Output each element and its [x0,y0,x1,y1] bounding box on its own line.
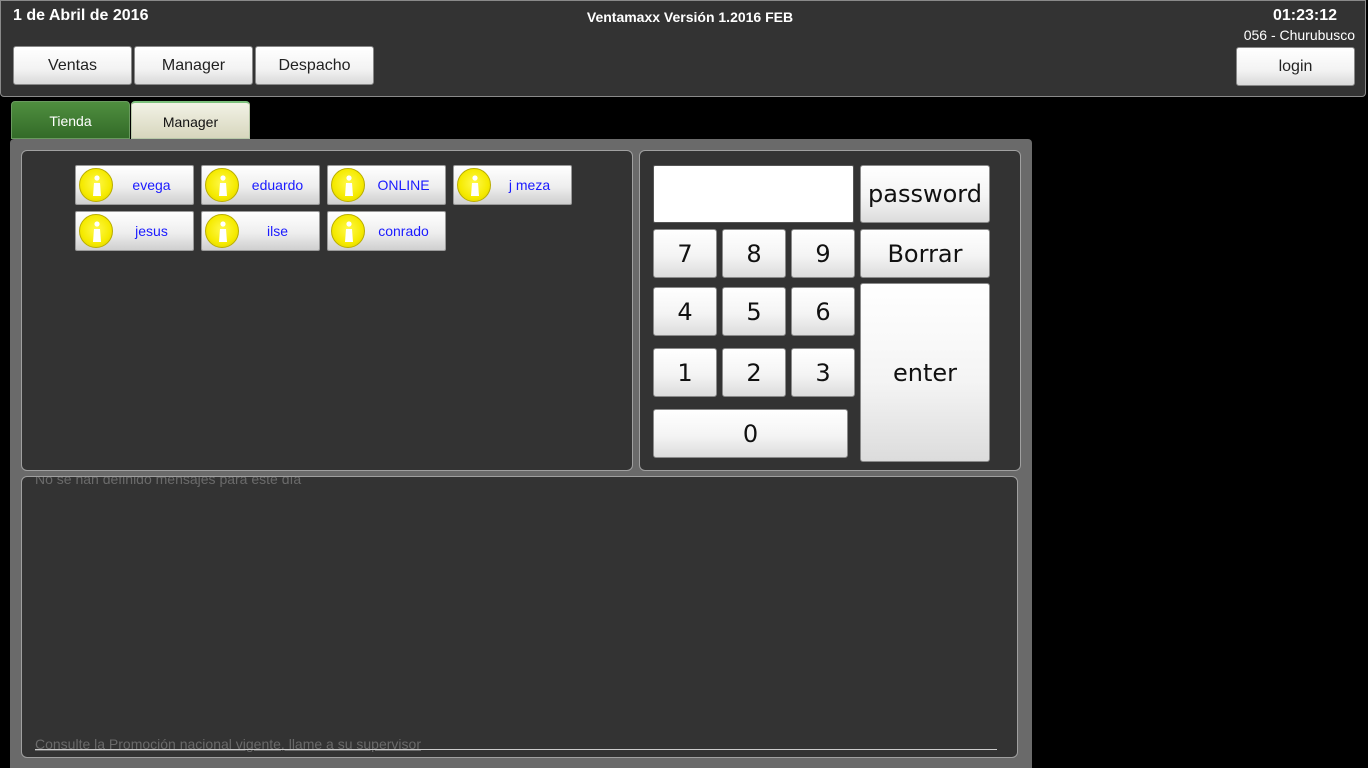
key-2[interactable]: 2 [722,348,786,397]
user-selection-panel: evega eduardo ONLINE j meza jesus ilse c… [21,150,633,471]
keypad-panel: password 7 8 9 Borrar 4 5 6 enter 1 2 3 … [639,150,1021,471]
user-avatar-icon [79,214,113,248]
top-header: 1 de Abril de 2016 Ventamaxx Versión 1.2… [0,0,1366,97]
app-title: Ventamaxx Versión 1.2016 FEB [586,9,794,25]
key-6[interactable]: 6 [791,287,855,336]
key-5[interactable]: 5 [722,287,786,336]
current-time: 01:23:12 [1272,7,1337,24]
enter-button[interactable]: enter [860,283,990,462]
key-1[interactable]: 1 [653,348,717,397]
user-grid: evega eduardo ONLINE j meza jesus ilse c… [75,165,595,251]
password-button[interactable]: password [860,165,990,223]
password-input[interactable] [653,165,854,223]
key-7[interactable]: 7 [653,229,717,278]
store-name: 056 - Churubusco [1243,27,1355,43]
user-avatar-icon [331,168,365,202]
user-avatar-icon [331,214,365,248]
user-avatar-icon [457,168,491,202]
user-name: ONLINE [377,177,430,193]
key-4[interactable]: 4 [653,287,717,336]
key-0[interactable]: 0 [653,409,848,458]
user-button-online[interactable]: ONLINE [327,165,446,205]
user-name: j meza [508,177,551,193]
user-button-jesus[interactable]: jesus [75,211,194,251]
clear-button[interactable]: Borrar [860,229,990,278]
login-button[interactable]: login [1236,47,1355,86]
user-avatar-icon [205,214,239,248]
manager-button[interactable]: Manager [134,46,253,85]
user-button-j-meza[interactable]: j meza [453,165,572,205]
scrolling-message: No se han definido mensajes para este dí… [35,476,302,487]
key-8[interactable]: 8 [722,229,786,278]
user-button-evega[interactable]: evega [75,165,194,205]
user-button-eduardo[interactable]: eduardo [201,165,320,205]
message-panel: No se han definido mensajes para este dí… [21,476,1018,758]
main-panel: evega eduardo ONLINE j meza jesus ilse c… [10,139,1032,768]
user-name: conrado [378,223,429,239]
key-3[interactable]: 3 [791,348,855,397]
user-name: ilse [266,223,288,239]
tab-manager[interactable]: Manager [131,101,250,139]
tab-tienda[interactable]: Tienda [11,101,130,139]
key-9[interactable]: 9 [791,229,855,278]
user-button-ilse[interactable]: ilse [201,211,320,251]
user-avatar-icon [205,168,239,202]
user-name: eduardo [251,177,304,193]
user-name: evega [132,177,171,193]
divider [35,749,997,750]
despacho-button[interactable]: Despacho [255,46,374,85]
user-name: jesus [135,223,168,239]
user-avatar-icon [79,168,113,202]
ventas-button[interactable]: Ventas [13,46,132,85]
user-button-conrado[interactable]: conrado [327,211,446,251]
